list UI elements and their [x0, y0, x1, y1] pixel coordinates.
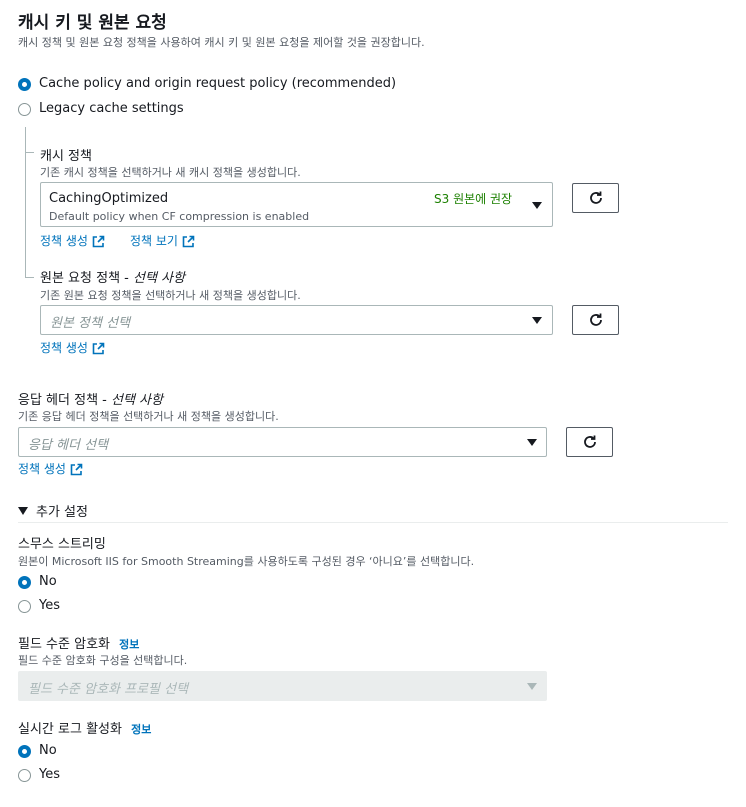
- section-description: 캐시 정책 및 원본 요청 정책을 사용하여 캐시 키 및 원본 요청을 제어할…: [18, 36, 425, 49]
- chevron-down-icon: [527, 439, 537, 446]
- external-link-icon: [182, 235, 195, 248]
- field-level-encryption-label-text: 필드 수준 암호화: [18, 637, 110, 652]
- field-level-encryption-placeholder: 필드 수준 암호화 프로필 선택: [28, 682, 189, 697]
- smooth-streaming-label: 스무스 스트리밍: [18, 537, 106, 552]
- external-link-icon: [92, 235, 105, 248]
- external-link-icon: [70, 463, 83, 476]
- field-level-encryption-info-link[interactable]: 정보: [119, 638, 139, 651]
- create-response-headers-policy-text[interactable]: 정책 생성: [18, 462, 66, 476]
- section-title: 캐시 키 및 원본 요청: [18, 13, 167, 33]
- field-level-encryption-description: 필드 수준 암호화 구성을 선택합니다.: [18, 654, 188, 667]
- refresh-icon: [589, 191, 602, 204]
- refresh-icon: [583, 435, 596, 448]
- create-cache-policy-link[interactable]: 정책 생성: [40, 232, 105, 249]
- radio-cache-policy[interactable]: [18, 78, 31, 91]
- chevron-down-icon: [527, 683, 537, 690]
- optional-label: 선택 사항: [110, 393, 163, 408]
- create-cache-policy-text[interactable]: 정책 생성: [40, 234, 88, 248]
- caret-down-icon: [18, 506, 28, 515]
- origin-request-policy-description: 기존 원본 요청 정책을 선택하거나 새 정책을 생성합니다.: [40, 289, 301, 302]
- cache-policy-selected-subtext: Default policy when CF compression is en…: [49, 210, 310, 223]
- optional-label: 선택 사항: [132, 271, 185, 286]
- cache-policy-selected-value: CachingOptimized: [49, 191, 169, 206]
- radio-smooth-streaming-yes[interactable]: [18, 600, 31, 613]
- cache-policy-description: 기존 캐시 정책을 선택하거나 새 캐시 정책을 생성합니다.: [40, 166, 301, 179]
- response-headers-policy-placeholder: 응답 헤더 선택: [28, 438, 109, 453]
- cache-policy-label: 캐시 정책: [40, 149, 92, 164]
- field-level-encryption-select[interactable]: 필드 수준 암호화 프로필 선택: [18, 671, 547, 701]
- cache-policy-select[interactable]: CachingOptimized Default policy when CF …: [40, 182, 553, 227]
- response-headers-policy-select[interactable]: 응답 헤더 선택: [18, 427, 547, 457]
- origin-request-policy-label: 원본 요청 정책 - 선택 사항: [40, 267, 185, 286]
- create-origin-request-policy-link[interactable]: 정책 생성: [40, 339, 105, 356]
- radio-legacy-cache-label[interactable]: Legacy cache settings: [39, 101, 184, 116]
- response-headers-policy-label-text: 응답 헤더 정책 -: [18, 393, 111, 408]
- realtime-logs-label: 실시간 로그 활성화 정보: [18, 718, 151, 737]
- chevron-down-icon: [532, 317, 542, 324]
- realtime-logs-info-link[interactable]: 정보: [131, 723, 151, 736]
- radio-realtime-logs-no-label[interactable]: No: [39, 743, 57, 758]
- response-headers-policy-description: 기존 응답 헤더 정책을 선택하거나 새 정책을 생성합니다.: [18, 410, 279, 423]
- refresh-origin-request-policy-button[interactable]: [572, 305, 619, 335]
- realtime-logs-label-text: 실시간 로그 활성화: [18, 722, 122, 737]
- additional-settings-label[interactable]: 추가 설정: [36, 501, 88, 520]
- radio-smooth-streaming-no[interactable]: [18, 576, 31, 589]
- origin-request-policy-label-text: 원본 요청 정책 -: [40, 271, 133, 286]
- chevron-down-icon: [532, 202, 542, 209]
- origin-request-policy-select[interactable]: 원본 정책 선택: [40, 305, 553, 335]
- radio-smooth-streaming-no-label[interactable]: No: [39, 574, 57, 589]
- tree-branch: [25, 277, 34, 278]
- create-origin-request-policy-text[interactable]: 정책 생성: [40, 341, 88, 355]
- refresh-cache-policy-button[interactable]: [572, 183, 619, 213]
- radio-realtime-logs-no[interactable]: [18, 745, 31, 758]
- radio-realtime-logs-yes[interactable]: [18, 769, 31, 782]
- external-link-icon: [92, 342, 105, 355]
- tree-branch: [25, 152, 34, 153]
- create-response-headers-policy-link[interactable]: 정책 생성: [18, 460, 83, 477]
- tree-connector: [25, 127, 26, 277]
- radio-smooth-streaming-yes-label[interactable]: Yes: [39, 598, 60, 613]
- response-headers-policy-label: 응답 헤더 정책 - 선택 사항: [18, 389, 163, 408]
- radio-cache-policy-label[interactable]: Cache policy and origin request policy (…: [39, 76, 396, 91]
- additional-settings-toggle[interactable]: 추가 설정: [18, 501, 88, 520]
- view-cache-policy-link[interactable]: 정책 보기: [130, 232, 195, 249]
- radio-realtime-logs-yes-label[interactable]: Yes: [39, 767, 60, 782]
- refresh-response-headers-policy-button[interactable]: [566, 427, 613, 457]
- refresh-icon: [589, 313, 602, 326]
- view-cache-policy-text[interactable]: 정책 보기: [130, 234, 178, 248]
- field-level-encryption-label: 필드 수준 암호화 정보: [18, 633, 139, 652]
- radio-legacy-cache[interactable]: [18, 103, 31, 116]
- origin-request-policy-placeholder: 원본 정책 선택: [50, 316, 131, 331]
- smooth-streaming-description: 원본이 Microsoft IIS for Smooth Streaming를 …: [18, 555, 475, 568]
- recommend-badge: S3 원본에 권장: [434, 192, 513, 206]
- divider: [18, 522, 728, 523]
